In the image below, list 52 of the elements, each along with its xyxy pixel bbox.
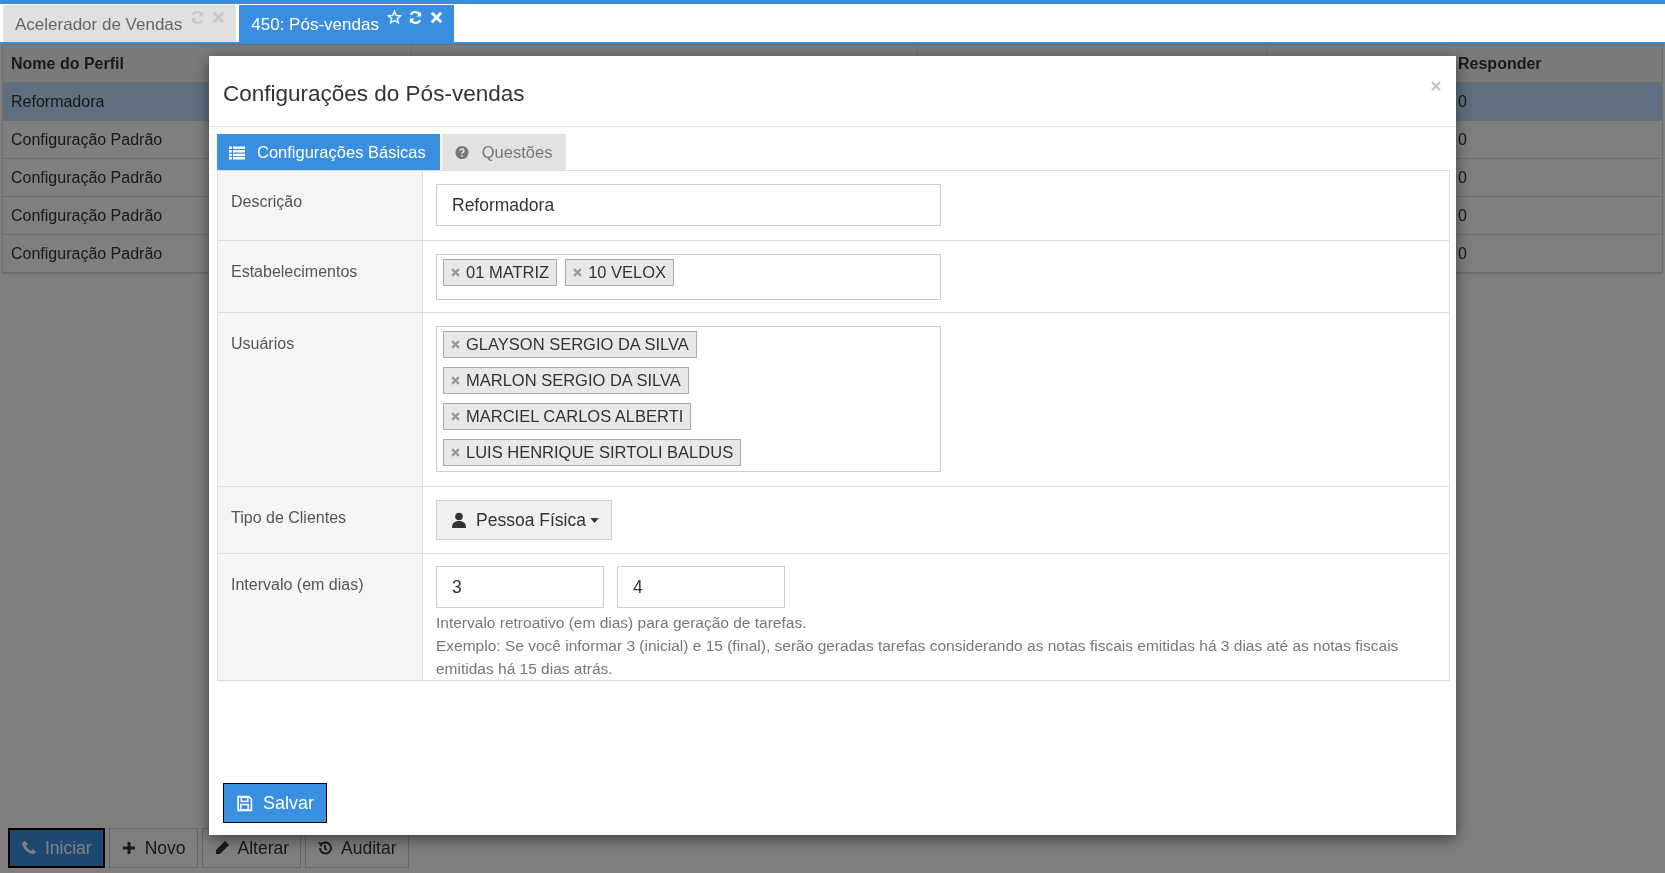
client-type-dropdown[interactable]: Pessoa Física [436, 500, 612, 540]
table-cell: Configuração Padrão [11, 130, 163, 148]
star-icon[interactable] [386, 10, 402, 25]
table-cell: 0 [1458, 168, 1467, 187]
remove-icon[interactable] [451, 412, 460, 421]
list-icon [229, 144, 245, 160]
table-cell: Reformadora [11, 92, 105, 110]
refresh-icon[interactable] [407, 10, 423, 25]
tag-chip[interactable]: LUIS HENRIQUE SIRTOLI BALDUS [443, 439, 742, 466]
table-cell: 0 [1458, 130, 1467, 149]
remove-icon[interactable] [451, 448, 460, 457]
question-icon [453, 144, 470, 160]
help-text: Intervalo retroativo (em dias) para geração de tarefas. [436, 613, 808, 633]
history-icon [317, 840, 334, 856]
tag-chip[interactable]: MARCIEL CARLOS ALBERTI [443, 403, 692, 430]
field-label: Usuários [231, 335, 295, 352]
caret-icon [589, 517, 599, 523]
table-cell: 0 [1458, 244, 1467, 263]
tag-chip[interactable]: 10 VELOX [565, 259, 675, 286]
field-label: Intervalo (em dias) [231, 576, 364, 593]
phone-icon [21, 840, 37, 856]
help-text: Exemplo: Se você informar 3 (inicial) e 15 (final), serão geradas tarefas considerando as notas fiscais emitidas há 3 dias até as notas fiscais emitidas há 15 dias atrás. [436, 636, 1400, 679]
table-cell: 0 [1458, 92, 1467, 111]
plus-icon [120, 840, 137, 856]
remove-icon[interactable] [451, 376, 460, 385]
field-label: Estabelecimentos [231, 263, 358, 280]
tag-chip[interactable]: GLAYSON SERGIO DA SILVA [443, 331, 697, 358]
column-header: Nome do Perfil [11, 54, 124, 72]
dialog-tab[interactable]: Questões [441, 134, 567, 170]
tag-chip[interactable]: MARLON SERGIO DA SILVA [443, 367, 689, 394]
description-field[interactable]: Reformadora [436, 184, 941, 226]
table-cell: 0 [1458, 206, 1467, 225]
user-icon [452, 512, 466, 528]
start-days-field[interactable]: 3 [436, 566, 604, 608]
close-icon[interactable] [428, 10, 444, 25]
tag-chip[interactable]: 01 MATRIZ [443, 259, 558, 286]
remove-icon[interactable] [451, 268, 460, 277]
close-icon[interactable] [1430, 80, 1442, 92]
pencil-icon [213, 840, 230, 856]
toolbar-button[interactable]: Novo [108, 828, 198, 868]
column-header: Responder [1458, 54, 1542, 73]
table-cell: Configuração Padrão [11, 206, 163, 224]
establishments-field[interactable]: 01 MATRIZ 10 VELOX [436, 254, 941, 300]
table-cell: Configuração Padrão [11, 244, 163, 262]
field-label: Descrição [231, 193, 303, 210]
users-field[interactable]: GLAYSON SERGIO DA SILVA MARLON SERGIO DA SILVA MARCIEL CARLOS ALBERTI LUIS HENRIQUE SIRTOLI BALDUS [436, 326, 941, 472]
remove-icon[interactable] [573, 268, 583, 277]
table-cell: Configuração Padrão [11, 168, 163, 186]
dialog-title: Configurações do Pós-vendas [223, 81, 525, 107]
remove-icon[interactable] [451, 340, 460, 349]
end-days-field[interactable]: 4 [617, 566, 785, 608]
field-label: Tipo de Clientes [231, 509, 347, 526]
